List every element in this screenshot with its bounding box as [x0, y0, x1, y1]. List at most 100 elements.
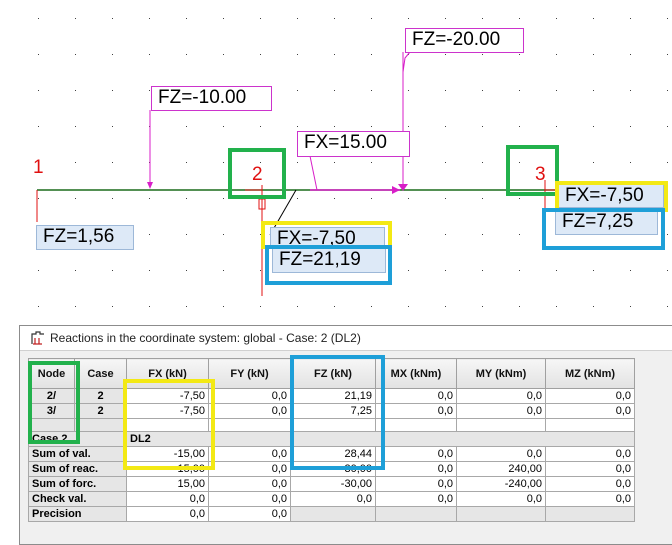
table-row-precision[interactable]: Precision 0,0 0,0	[28, 506, 635, 522]
cell-fz[interactable]: -30,00	[290, 476, 376, 492]
cell-my[interactable]: 0,0	[456, 446, 546, 462]
cell-my[interactable]: 0,0	[456, 491, 546, 507]
col-header-case[interactable]: Case	[74, 358, 127, 389]
grid-dot	[482, 234, 483, 235]
grid-dot	[186, 162, 187, 163]
node-number-1[interactable]: 1	[33, 157, 44, 179]
load-label-fz-10[interactable]: FZ=-10.00	[151, 86, 272, 111]
grid-dot	[334, 54, 335, 55]
grid-dot	[75, 270, 76, 271]
cell-fx[interactable]: 15,00	[126, 476, 209, 492]
structure-viewport[interactable]: 1 2 3 FZ=-10.00 FZ=-20.00 FX=15.00 FZ=1,…	[0, 0, 672, 322]
cell-mx[interactable]: 0,0	[375, 446, 457, 462]
cell-mx[interactable]: 0,0	[375, 388, 457, 404]
cell-node[interactable]: 3/	[28, 403, 75, 419]
col-header-node[interactable]: Node	[28, 358, 75, 389]
cell-my[interactable]: 240,00	[456, 461, 546, 477]
table-row-sum-val[interactable]: Sum of val. -15,00 0,0 28,44 0,0 0,0 0,0	[28, 446, 635, 462]
load-label-fx-15[interactable]: FX=15.00	[297, 131, 410, 157]
cell-fx[interactable]: -7,50	[126, 403, 209, 419]
load-label-fz-20[interactable]: FZ=-20.00	[405, 28, 524, 53]
grid-dot	[371, 306, 372, 307]
reaction-label-node2-fz[interactable]: FZ=21,19	[272, 248, 386, 273]
cell-fy[interactable]: 0,0	[208, 461, 291, 477]
cell-fz[interactable]: 28,44	[290, 446, 376, 462]
cell-fy[interactable]: 0,0	[208, 506, 291, 522]
cell-fz[interactable]: 0,0	[290, 491, 376, 507]
cell-row-label[interactable]: Sum of reac.	[28, 461, 127, 477]
table-row-case[interactable]: Case 2 DL2	[28, 431, 635, 447]
reactions-table-wrap[interactable]: Node Case FX (kN) FY (kN) FZ (kN) MX (kN…	[28, 358, 672, 544]
cell-mz[interactable]: 0,0	[545, 403, 635, 419]
grid-dot	[75, 126, 76, 127]
cell-fx[interactable]: -15,00	[126, 446, 209, 462]
cell-fy[interactable]: 0,0	[208, 491, 291, 507]
reactions-table[interactable]: Node Case FX (kN) FY (kN) FZ (kN) MX (kN…	[28, 358, 635, 522]
reaction-label-node1-fz[interactable]: FZ=1,56	[36, 225, 134, 250]
grid-dot	[371, 54, 372, 55]
col-header-my[interactable]: MY (kNm)	[456, 358, 546, 389]
reactions-window-titlebar[interactable]: Reactions in the coordinate system: glob…	[20, 326, 672, 351]
col-header-fx[interactable]: FX (kN)	[126, 358, 209, 389]
grid-dot	[482, 198, 483, 199]
cell-mx[interactable]	[375, 506, 457, 522]
cell-row-label[interactable]: Precision	[28, 506, 127, 522]
cell-mz[interactable]: 0,0	[545, 491, 635, 507]
cell-fy[interactable]: 0,0	[208, 446, 291, 462]
cell-row-label[interactable]: Sum of val.	[28, 446, 127, 462]
col-header-fy[interactable]: FY (kN)	[208, 358, 291, 389]
cell-case-value[interactable]: DL2	[126, 431, 635, 447]
cell-fx[interactable]: 0,0	[126, 506, 209, 522]
grid-dot	[38, 126, 39, 127]
cell-fx[interactable]: 0,0	[126, 491, 209, 507]
grid-dot	[519, 234, 520, 235]
grid-dot	[75, 18, 76, 19]
grid-dot	[297, 90, 298, 91]
cell-fz[interactable]: 7,25	[290, 403, 376, 419]
cell-fy[interactable]: 0,0	[208, 403, 291, 419]
cell-case[interactable]: 2	[74, 403, 127, 419]
table-row-sum-forc[interactable]: Sum of forc. 15,00 0,0 -30,00 0,0 -240,0…	[28, 476, 635, 492]
cell-row-label[interactable]: Check val.	[28, 491, 127, 507]
col-header-mz[interactable]: MZ (kNm)	[545, 358, 635, 389]
cell-fy[interactable]: 0,0	[208, 388, 291, 404]
table-row-node-2[interactable]: 2/ 2 -7,50 0,0 21,19 0,0 0,0 0,0	[28, 388, 635, 404]
cell-mx[interactable]: 0,0	[375, 403, 457, 419]
grid-dot	[408, 306, 409, 307]
cell-mx[interactable]: 0,0	[375, 461, 457, 477]
grid-dot	[260, 162, 261, 163]
cell-my[interactable]: 0,0	[456, 388, 546, 404]
cell-my[interactable]: 0,0	[456, 403, 546, 419]
cell-mz[interactable]	[545, 506, 635, 522]
cell-fx[interactable]: -7,50	[126, 388, 209, 404]
cell-mx[interactable]: 0,0	[375, 476, 457, 492]
grid-dot	[149, 18, 150, 19]
cell-my[interactable]	[456, 506, 546, 522]
reaction-label-node3-fz[interactable]: FZ=7,25	[555, 210, 658, 235]
reaction-label-node2-fx[interactable]: FX=-7,50	[270, 227, 385, 249]
cell-fz[interactable]: 30,00	[290, 461, 376, 477]
col-header-fz[interactable]: FZ (kN)	[290, 358, 376, 389]
col-header-mx[interactable]: MX (kNm)	[375, 358, 457, 389]
cell-fy[interactable]: 0,0	[208, 476, 291, 492]
table-row-check[interactable]: Check val. 0,0 0,0 0,0 0,0 0,0 0,0	[28, 491, 635, 507]
node-number-3[interactable]: 3	[535, 164, 546, 186]
reactions-window[interactable]: Reactions in the coordinate system: glob…	[19, 325, 672, 545]
reaction-label-node3-fx[interactable]: FX=-7,50	[558, 184, 664, 208]
cell-case[interactable]: 2	[74, 388, 127, 404]
cell-my[interactable]: -240,00	[456, 476, 546, 492]
table-row-node-3[interactable]: 3/ 2 -7,50 0,0 7,25 0,0 0,0 0,0	[28, 403, 635, 419]
cell-fz[interactable]	[290, 506, 376, 522]
cell-mz[interactable]: 0,0	[545, 388, 635, 404]
node-number-2[interactable]: 2	[252, 164, 263, 186]
cell-mz[interactable]: 0,0	[545, 461, 635, 477]
cell-fz[interactable]: 21,19	[290, 388, 376, 404]
cell-row-label[interactable]: Sum of forc.	[28, 476, 127, 492]
cell-mz[interactable]: 0,0	[545, 476, 635, 492]
cell-mz[interactable]: 0,0	[545, 446, 635, 462]
cell-node[interactable]: 2/	[28, 388, 75, 404]
table-row-sum-reac[interactable]: Sum of reac. -15,00 0,0 30,00 0,0 240,00…	[28, 461, 635, 477]
cell-mx[interactable]: 0,0	[375, 491, 457, 507]
cell-case-label[interactable]: Case 2	[28, 431, 127, 447]
cell-fx[interactable]: -15,00	[126, 461, 209, 477]
